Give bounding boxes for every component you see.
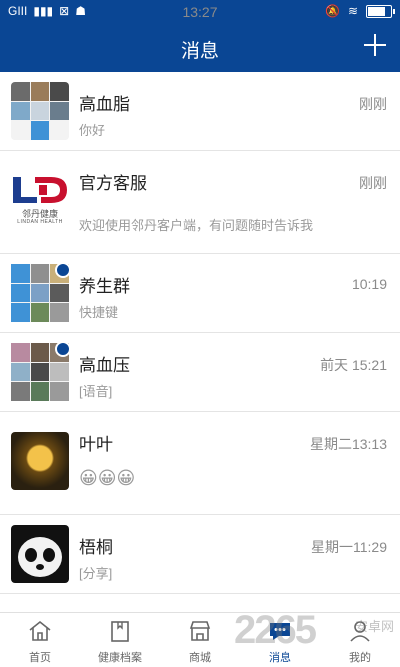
conversation-time: 前天 15:21 xyxy=(320,357,387,373)
tab-label: 消息 xyxy=(269,652,291,664)
tab-label: 首页 xyxy=(29,652,51,664)
user-avatar xyxy=(11,525,69,583)
conversation-time: 星期二13:13 xyxy=(309,436,387,452)
tab-home[interactable]: 首页 xyxy=(0,613,80,667)
tab-health-archive[interactable]: 健康档案 xyxy=(80,613,160,667)
profile-icon xyxy=(350,621,370,642)
chat-icon xyxy=(270,623,290,640)
app-header: 消息 xyxy=(0,24,400,72)
official-logo: 邻丹健康 LINDAN HEALTH xyxy=(11,171,69,229)
unread-badge xyxy=(55,262,71,278)
conversation-row[interactable]: 养生群 快捷键 10:19 xyxy=(0,254,400,333)
user-avatar xyxy=(11,432,69,490)
group-avatar xyxy=(11,262,71,322)
page-title: 消息 xyxy=(180,41,219,62)
conversation-name: 高血脂 xyxy=(79,95,130,114)
archive-icon xyxy=(111,621,129,642)
conversation-name: 养生群 xyxy=(79,277,130,296)
group-avatar xyxy=(11,341,71,401)
conversation-message: [分享] xyxy=(79,566,113,581)
unread-badge xyxy=(55,341,71,357)
conversation-time: 星期一11:29 xyxy=(311,539,387,555)
emoji-message: 😀😀😀 xyxy=(79,468,136,488)
shop-icon xyxy=(189,621,211,641)
conversation-row[interactable]: 高血脂 你好 刚刚 xyxy=(0,72,400,151)
status-right: 🔕 ≋ xyxy=(324,4,395,18)
add-icon[interactable] xyxy=(362,32,388,58)
conversation-message: 快捷键 xyxy=(79,305,119,320)
conversation-message: [语音] xyxy=(79,384,113,399)
tab-profile[interactable]: 我的 xyxy=(320,613,400,667)
wifi-icon: ≋ xyxy=(347,4,358,18)
panda-icon xyxy=(18,537,62,577)
tab-messages[interactable]: 消息 xyxy=(240,613,320,667)
tab-label: 商城 xyxy=(189,652,211,664)
tab-label: 健康档案 xyxy=(98,652,142,664)
conversation-row[interactable]: 叶叶 😀😀😀 星期二13:13 xyxy=(0,412,400,515)
conversation-name: 梧桐 xyxy=(79,538,113,557)
home-icon xyxy=(29,620,51,641)
conversation-name: 高血压 xyxy=(79,356,130,375)
status-bar: GIII ▮▮▮ ⊠ ☗ 13:27 🔕 ≋ xyxy=(0,0,400,24)
conversation-row[interactable]: 梧桐 [分享] 星期一11:29 xyxy=(0,515,400,594)
conversation-row[interactable]: 邻丹健康 LINDAN HEALTH 官方客服 欢迎使用邻丹客户端，有问题随时告… xyxy=(0,151,400,254)
conversation-name: 官方客服 xyxy=(79,174,147,193)
tab-label: 我的 xyxy=(349,652,371,664)
conversation-list: 高血脂 你好 刚刚 邻丹健康 LINDAN HEALTH 官方客服 欢迎使用邻丹… xyxy=(0,72,400,594)
conversation-name: 叶叶 xyxy=(79,435,113,454)
group-avatar xyxy=(11,82,69,140)
tab-shop[interactable]: 商城 xyxy=(160,613,240,667)
conversation-message: 欢迎使用邻丹客户端，有问题随时告诉我 xyxy=(79,218,314,233)
conversation-row[interactable]: 高血压 [语音] 前天 15:21 xyxy=(0,333,400,412)
conversation-time: 刚刚 xyxy=(359,96,387,112)
conversation-message: 你好 xyxy=(79,123,106,138)
battery-icon xyxy=(366,4,395,18)
bottom-tab-bar: 首页 健康档案 商城 消息 我的 xyxy=(0,612,400,667)
conversation-time: 刚刚 xyxy=(359,175,387,191)
conversation-time: 10:19 xyxy=(351,276,387,292)
logo-subtext: LINDAN HEALTH xyxy=(17,219,63,225)
mute-icon: 🔕 xyxy=(324,4,340,18)
